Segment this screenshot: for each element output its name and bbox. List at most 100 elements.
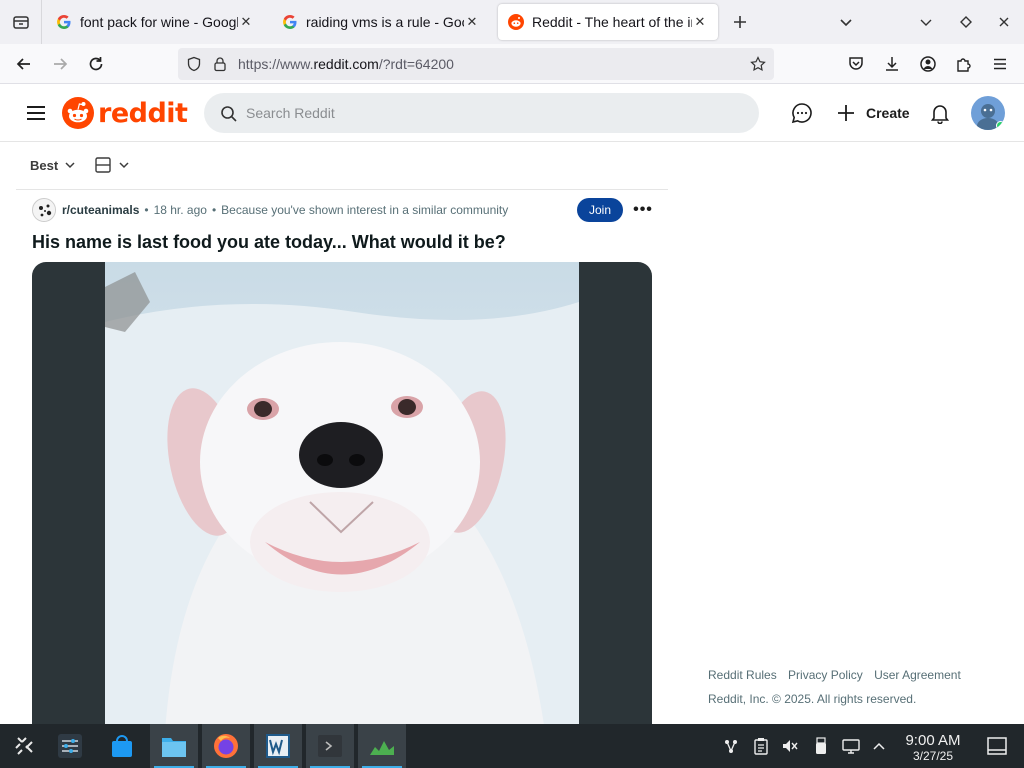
tab-google-font-pack[interactable]: font pack for wine - Google Search ✕ (46, 4, 264, 40)
footer-links: Reddit Rules Privacy Policy User Agreeme… (708, 668, 969, 682)
store-bag-icon (112, 735, 132, 757)
taskbar-wine-app[interactable] (254, 724, 302, 768)
join-button[interactable]: Join (577, 198, 623, 222)
volume-tray-button[interactable] (779, 734, 801, 758)
usb-tray-button[interactable] (810, 734, 832, 758)
clipboard-icon (754, 738, 768, 755)
reddit-icon (508, 14, 524, 30)
create-post-button[interactable]: Create (830, 97, 916, 129)
footer-link-agreement[interactable]: User Agreement (874, 668, 961, 682)
taskbar-clock[interactable]: 9:00 AM 3/27/25 (898, 732, 968, 763)
hamburger-menu-icon[interactable] (24, 101, 48, 125)
launcher-icon (15, 737, 33, 755)
account-button[interactable] (916, 52, 940, 76)
chat-icon (791, 103, 812, 124)
google-icon (56, 14, 72, 30)
meta-separator: • (211, 203, 217, 217)
tab-title: raiding vms is a rule - Google Search (306, 14, 464, 30)
tab-overview-button[interactable] (0, 0, 42, 44)
taskbar: 9:00 AM 3/27/25 (0, 724, 1024, 768)
dalmatian-avatar-icon (33, 199, 55, 221)
close-window-button[interactable] (992, 10, 1016, 34)
forward-button[interactable] (48, 52, 72, 76)
plus-icon (838, 105, 854, 121)
show-hidden-icons-button[interactable] (868, 734, 890, 758)
list-all-tabs-button[interactable] (834, 10, 858, 34)
pocket-button[interactable] (844, 52, 868, 76)
clipboard-tray-button[interactable] (750, 734, 772, 758)
more-options-button[interactable]: ••• (631, 198, 655, 222)
taskbar-discover[interactable] (98, 724, 146, 768)
account-icon (920, 56, 936, 72)
downloads-button[interactable] (880, 52, 904, 76)
chevron-up-icon (873, 742, 885, 750)
subreddit-icon[interactable] (32, 198, 56, 222)
tab-google-raiding-vms[interactable]: raiding vms is a rule - Google Search ✕ (272, 4, 490, 40)
close-tab-icon[interactable]: ✕ (238, 14, 254, 30)
post-title[interactable]: His name is last food you ate today... W… (32, 232, 506, 253)
feed-divider (16, 189, 668, 190)
hamburger-menu-icon (994, 58, 1006, 70)
search-input[interactable] (246, 101, 736, 125)
footer-link-rules[interactable]: Reddit Rules (708, 668, 777, 682)
close-icon (999, 17, 1009, 27)
reddit-logo[interactable]: reddit (62, 97, 188, 129)
post-card[interactable]: r/cuteanimals • 18 hr. ago • Because you… (16, 194, 668, 732)
close-tab-icon[interactable]: ✕ (464, 14, 480, 30)
reload-button[interactable] (84, 52, 108, 76)
taskbar-settings[interactable] (46, 724, 94, 768)
chevron-down-icon (65, 162, 75, 169)
address-bar[interactable]: https://www.reddit.com/?rdt=64200 (178, 48, 774, 80)
download-icon (886, 57, 898, 71)
new-tab-button[interactable] (728, 10, 752, 34)
chevron-down-icon (119, 162, 129, 169)
meta-separator: • (144, 203, 149, 217)
maximize-window-button[interactable] (954, 10, 978, 34)
tab-reddit[interactable]: Reddit - The heart of the internet ✕ (498, 4, 718, 40)
card-view-icon (95, 157, 111, 173)
browser-tab-strip: font pack for wine - Google Search ✕ rai… (0, 0, 1024, 44)
taskbar-terminal[interactable] (306, 724, 354, 768)
app-launcher-button[interactable] (0, 724, 48, 768)
bookmark-star-icon[interactable] (750, 56, 766, 72)
diamond-icon (960, 16, 972, 28)
view-layout-dropdown[interactable] (88, 150, 136, 180)
browser-navigation-bar: https://www.reddit.com/?rdt=64200 (0, 44, 1024, 84)
show-desktop-icon[interactable] (986, 736, 1008, 756)
taskbar-firefox[interactable] (202, 724, 250, 768)
network-icon (725, 740, 737, 753)
copyright-text: Reddit, Inc. © 2025. All rights reserved… (708, 692, 917, 706)
taskbar-file-manager[interactable] (150, 724, 198, 768)
post-time: 18 hr. ago (153, 203, 207, 217)
minimize-window-button[interactable] (914, 10, 938, 34)
display-tray-button[interactable] (840, 734, 862, 758)
reddit-snoo-icon (62, 97, 94, 129)
extensions-button[interactable] (952, 52, 976, 76)
footer-link-privacy[interactable]: Privacy Policy (788, 668, 863, 682)
chat-button[interactable] (790, 101, 814, 125)
plus-icon (734, 16, 746, 28)
arrow-left-icon (16, 58, 30, 70)
network-tray-button[interactable] (720, 734, 742, 758)
post-meta: r/cuteanimals • 18 hr. ago • Because you… (32, 198, 508, 222)
online-status-dot (996, 121, 1005, 130)
search-box[interactable] (204, 93, 759, 133)
firefox-icon (214, 734, 238, 758)
folder-icon (162, 738, 186, 757)
lock-icon[interactable] (212, 56, 228, 72)
post-media[interactable] (32, 262, 652, 732)
notifications-button[interactable] (928, 101, 952, 125)
app-menu-button[interactable] (988, 52, 1012, 76)
bell-icon (930, 105, 950, 124)
user-avatar[interactable] (971, 96, 1005, 130)
tab-overview-icon (12, 16, 29, 29)
sort-dropdown[interactable]: Best (20, 150, 86, 180)
clock-time: 9:00 AM (905, 732, 961, 749)
back-button[interactable] (12, 52, 36, 76)
taskbar-system-monitor[interactable] (358, 724, 406, 768)
subreddit-name[interactable]: r/cuteanimals (62, 203, 139, 217)
close-tab-icon[interactable]: ✕ (692, 14, 708, 30)
chevron-down-icon (840, 19, 852, 27)
chevron-down-icon (920, 19, 932, 26)
shield-icon[interactable] (186, 56, 202, 72)
